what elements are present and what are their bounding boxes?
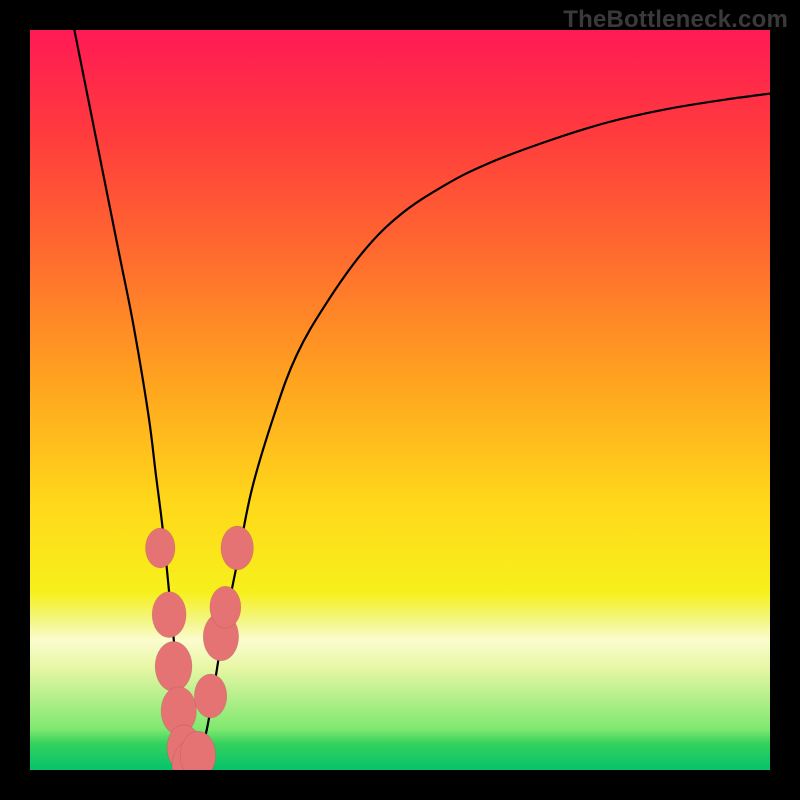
data-marker xyxy=(221,526,254,570)
plot-area xyxy=(30,30,770,770)
chart-frame: TheBottleneck.com xyxy=(0,0,800,800)
data-marker xyxy=(145,528,175,568)
data-marker xyxy=(210,586,241,628)
marker-group xyxy=(145,526,253,770)
data-marker xyxy=(152,592,186,638)
data-marker xyxy=(155,641,192,691)
curve-layer xyxy=(30,30,770,770)
data-marker xyxy=(194,674,227,718)
watermark-text: TheBottleneck.com xyxy=(563,6,788,34)
